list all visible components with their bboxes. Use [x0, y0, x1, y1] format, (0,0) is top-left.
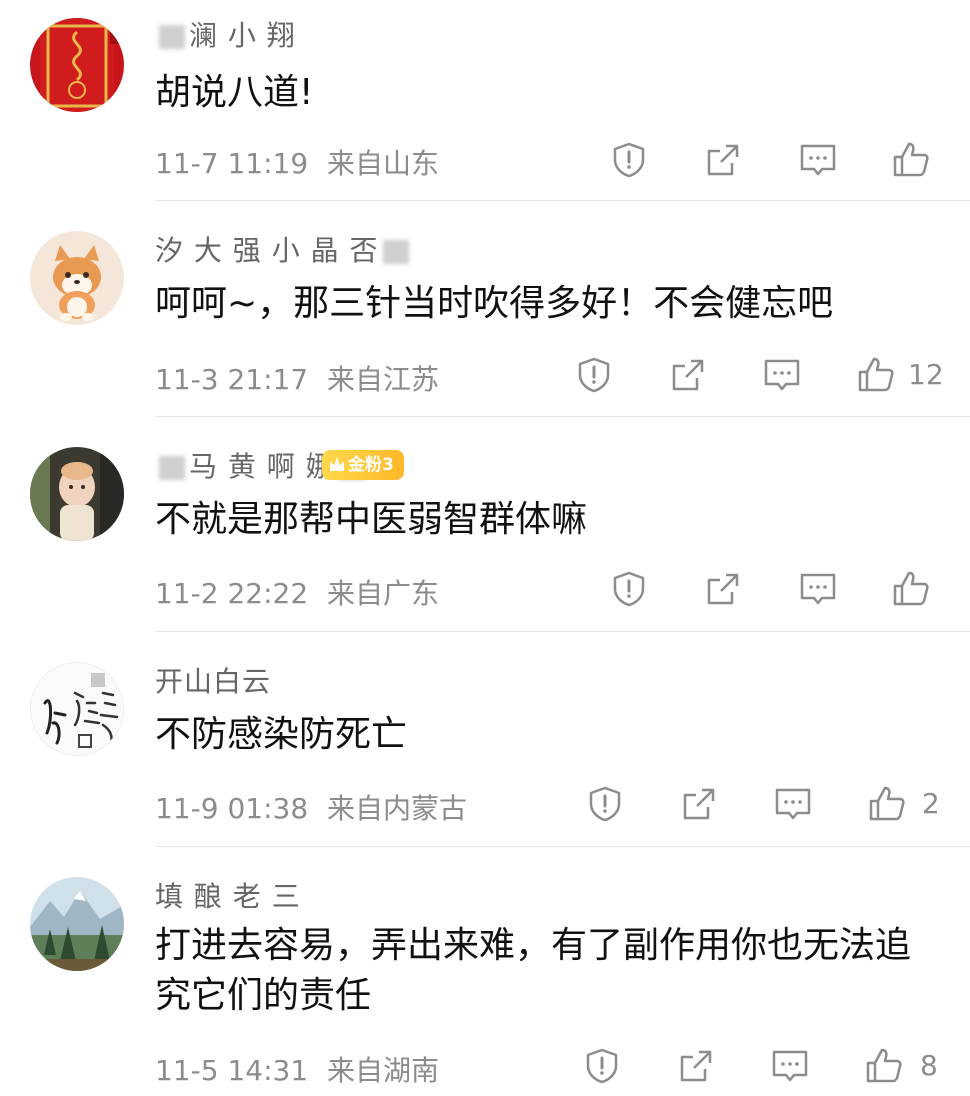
share-icon: [683, 788, 715, 820]
blurred-name: [159, 456, 185, 480]
share-icon: [672, 359, 704, 391]
report-button[interactable]: [607, 567, 651, 611]
share-icon: [707, 573, 739, 605]
blurred-name: [382, 240, 409, 264]
comment-text: 打进去容易，弄出来难，有了副作用你也无法追究它们的责任: [155, 925, 912, 1016]
share-button[interactable]: [674, 1044, 718, 1088]
share-button[interactable]: [701, 567, 745, 611]
comment-location: 来自山东: [327, 147, 440, 180]
share-button[interactable]: [666, 353, 710, 397]
like-count: 2: [922, 787, 940, 820]
comment-item: 填 酿 老 三 打进去容易，弄出来难，有了副作用你也无法追究它们的责任 11-5…: [0, 847, 970, 1096]
comment-meta: 11-3 21:17 来自江苏: [155, 358, 439, 398]
comment-time: 11-9 01:38: [155, 792, 309, 825]
report-button[interactable]: [572, 353, 616, 397]
avatar[interactable]: [30, 18, 124, 112]
comment-time: 11-7 11:19: [155, 147, 309, 180]
comment-icon: [800, 573, 836, 605]
report-button[interactable]: [583, 782, 627, 826]
share-button[interactable]: [701, 138, 745, 182]
share-icon: [707, 144, 739, 176]
like-icon: [893, 571, 929, 606]
comment-meta: 11-5 14:31 来自湖南: [155, 1049, 439, 1089]
comment-item: 澜 小 翔 胡说八道! 11-7 11:19 来自山东: [0, 0, 970, 201]
comment-meta: 11-7 11:19 来自山东: [155, 142, 439, 182]
comment-time: 11-3 21:17: [155, 363, 309, 396]
report-icon: [586, 1048, 618, 1084]
like-button[interactable]: [862, 1044, 906, 1088]
username[interactable]: 汐 大 强 小 晶 否: [155, 229, 413, 269]
avatar[interactable]: [30, 231, 124, 325]
report-button[interactable]: [580, 1044, 624, 1088]
username[interactable]: 开山白云: [155, 660, 271, 700]
reply-button[interactable]: [796, 567, 840, 611]
report-icon: [613, 142, 645, 178]
like-icon: [858, 357, 894, 392]
reply-button[interactable]: [760, 353, 804, 397]
report-button[interactable]: [607, 138, 651, 182]
like-button[interactable]: [889, 138, 933, 182]
username[interactable]: 澜 小 翔: [155, 14, 296, 54]
comment-location: 来自江苏: [327, 363, 440, 396]
crown-icon: [330, 457, 344, 471]
like-icon: [869, 786, 905, 821]
fan-badge[interactable]: 金粉3: [322, 450, 404, 480]
comment-text: 胡说八道!: [155, 72, 314, 113]
report-icon: [613, 571, 645, 607]
comment-item: 马 黄 啊 娜 金粉3 不就是那帮中医弱智群体嘛 11-2 22:22 来自广东: [0, 417, 970, 632]
avatar[interactable]: [30, 662, 124, 756]
comment-icon: [800, 144, 836, 176]
avatar[interactable]: [30, 447, 124, 541]
comment-icon: [775, 788, 811, 820]
share-button[interactable]: [677, 782, 721, 826]
comment-location: 来自广东: [327, 577, 440, 610]
comment-text: 不防感染防死亡: [155, 714, 408, 755]
avatar[interactable]: [30, 877, 124, 971]
like-button[interactable]: [865, 782, 909, 826]
comment-meta: 11-9 01:38 来自内蒙古: [155, 787, 467, 827]
comment-text: 不就是那帮中医弱智群体嘛: [155, 499, 588, 540]
reply-button[interactable]: [771, 782, 815, 826]
reply-button[interactable]: [768, 1044, 812, 1088]
blurred-name: [159, 25, 185, 49]
comment-text: 呵呵~，那三针当时吹得多好！不会健忘吧: [155, 283, 834, 324]
like-button[interactable]: [854, 353, 898, 397]
comment-icon: [764, 359, 800, 391]
report-icon: [589, 786, 621, 822]
comment-item: 汐 大 强 小 晶 否 呵呵~，那三针当时吹得多好！不会健忘吧 11-3 21:…: [0, 201, 970, 417]
comment-location: 来自内蒙古: [327, 792, 468, 825]
comment-item: 开山白云 不防感染防死亡 11-9 01:38 来自内蒙古 2: [0, 632, 970, 847]
comment-time: 11-2 22:22: [155, 577, 309, 610]
report-icon: [578, 357, 610, 393]
comment-location: 来自湖南: [327, 1054, 440, 1087]
share-icon: [680, 1050, 712, 1082]
like-count: 12: [908, 358, 944, 391]
comment-icon: [772, 1050, 808, 1082]
comment-meta: 11-2 22:22 来自广东: [155, 572, 439, 612]
reply-button[interactable]: [796, 138, 840, 182]
like-icon: [866, 1048, 902, 1083]
like-icon: [893, 142, 929, 177]
like-count: 8: [920, 1049, 938, 1082]
username[interactable]: 填 酿 老 三: [155, 875, 301, 915]
comment-time: 11-5 14:31: [155, 1054, 309, 1087]
like-button[interactable]: [889, 567, 933, 611]
